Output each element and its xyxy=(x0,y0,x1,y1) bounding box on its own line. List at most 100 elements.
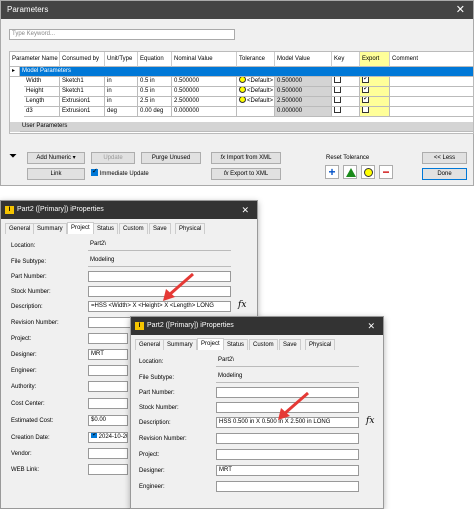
param-unit[interactable]: in xyxy=(105,87,138,97)
immediate-update-toggle[interactable]: Immediate Update xyxy=(91,167,149,177)
less-button[interactable]: << Less xyxy=(422,152,467,164)
param-tolerance[interactable] xyxy=(237,107,275,117)
param-comment[interactable] xyxy=(390,107,473,117)
tab-project[interactable]: Project xyxy=(67,222,94,234)
tab-general[interactable]: General xyxy=(5,223,35,234)
param-equation[interactable]: 2.5 in xyxy=(138,97,172,107)
param-name[interactable]: d3 xyxy=(24,107,60,117)
param-nominal[interactable]: 0.000000 xyxy=(172,107,237,117)
param-comment[interactable] xyxy=(390,87,473,97)
param-nominal[interactable]: 0.500000 xyxy=(172,77,237,87)
designer-field[interactable]: MRT xyxy=(88,349,128,360)
tab-status[interactable]: Status xyxy=(223,339,249,350)
tab-save[interactable]: Save xyxy=(149,223,171,234)
tab-summary[interactable]: Summary xyxy=(33,223,67,234)
table-row[interactable]: Height Sketch1 in 0.5 in 0.500000 <Defau… xyxy=(10,87,473,97)
tab-physical[interactable]: Physical xyxy=(305,339,336,350)
param-name[interactable]: Width xyxy=(24,77,60,87)
group-row-model[interactable]: ▸ Model Parameters xyxy=(10,67,473,77)
cost-center-field[interactable] xyxy=(88,398,128,409)
col-header-equation[interactable]: Equation xyxy=(138,52,172,67)
fx-icon[interactable]: fx xyxy=(238,300,246,310)
tolerance-median-button[interactable] xyxy=(343,165,357,179)
engineer-field[interactable] xyxy=(216,481,359,492)
param-nominal[interactable]: 0.500000 xyxy=(172,87,237,97)
param-unit[interactable]: deg xyxy=(105,107,138,117)
tab-custom[interactable]: Custom xyxy=(249,339,278,350)
tab-summary[interactable]: Summary xyxy=(163,339,197,350)
tab-save[interactable]: Save xyxy=(279,339,301,350)
param-key[interactable] xyxy=(332,77,360,87)
col-header-model[interactable]: Model Value xyxy=(275,52,332,67)
param-tolerance[interactable]: <Default> xyxy=(237,77,275,87)
close-icon[interactable]: ✕ xyxy=(456,3,465,16)
param-name[interactable]: Height xyxy=(24,87,60,97)
weblink-field[interactable] xyxy=(88,464,128,475)
param-export[interactable] xyxy=(360,97,390,107)
key-checkbox[interactable] xyxy=(334,87,341,93)
group-row-user[interactable]: User Parameters xyxy=(10,122,473,132)
param-unit[interactable]: in xyxy=(105,97,138,107)
purge-unused-button[interactable]: Purge Unused xyxy=(141,152,201,164)
table-row[interactable]: d3 Extrusion1 deg 0.00 deg 0.000000 0.00… xyxy=(10,107,473,117)
col-header-name[interactable]: Parameter Name xyxy=(10,52,60,67)
export-checkbox[interactable] xyxy=(362,87,369,93)
add-numeric-button[interactable]: Add Numeric ▾ xyxy=(27,152,85,164)
key-checkbox[interactable] xyxy=(334,107,341,113)
key-checkbox[interactable] xyxy=(334,77,341,83)
param-key[interactable] xyxy=(332,87,360,97)
tolerance-lower-button[interactable]: − xyxy=(379,165,393,179)
col-header-key[interactable]: Key xyxy=(332,52,360,67)
param-comment[interactable] xyxy=(390,77,473,87)
immediate-update-checkbox[interactable] xyxy=(91,167,98,176)
tab-physical[interactable]: Physical xyxy=(175,223,206,234)
part-number-field[interactable] xyxy=(88,271,231,282)
col-header-comment[interactable]: Comment xyxy=(390,52,473,67)
designer-field[interactable]: MRT xyxy=(216,465,359,476)
param-export[interactable] xyxy=(360,107,390,117)
col-header-unit[interactable]: Unit/Type xyxy=(105,52,138,67)
filter-icon[interactable]: ⏷ xyxy=(9,151,17,162)
export-checkbox[interactable] xyxy=(362,97,369,103)
key-checkbox[interactable] xyxy=(334,97,341,103)
stock-number-field[interactable] xyxy=(88,286,231,297)
search-input[interactable]: Type Keyword... xyxy=(9,29,235,40)
param-equation[interactable]: 0.00 deg xyxy=(138,107,172,117)
tolerance-nominal-button[interactable] xyxy=(361,165,375,179)
creation-date-checkbox[interactable] xyxy=(91,433,98,439)
fx-icon[interactable]: fx xyxy=(366,416,374,426)
tab-status[interactable]: Status xyxy=(93,223,119,234)
tab-general[interactable]: General xyxy=(135,339,165,350)
tolerance-upper-button[interactable]: + xyxy=(325,165,339,179)
col-header-consumed[interactable]: Consumed by xyxy=(60,52,105,67)
param-nominal[interactable]: 2.500000 xyxy=(172,97,237,107)
close-icon[interactable]: ✕ xyxy=(367,321,375,332)
link-button[interactable]: Link xyxy=(27,168,85,180)
update-button[interactable]: Update xyxy=(91,152,135,164)
param-export[interactable] xyxy=(360,77,390,87)
col-header-export[interactable]: Export xyxy=(360,52,390,67)
export-xml-button[interactable]: fx Export to XML xyxy=(211,168,281,180)
creation-date-field[interactable]: 2024-10-20 xyxy=(88,432,128,443)
description-field[interactable]: =HSS <Width> X <Height> X <Length> LONG xyxy=(88,301,231,312)
tab-custom[interactable]: Custom xyxy=(119,223,148,234)
param-key[interactable] xyxy=(332,107,360,117)
param-name[interactable]: Length xyxy=(24,97,60,107)
vendor-field[interactable] xyxy=(88,448,128,459)
engineer-field[interactable] xyxy=(88,365,128,376)
col-header-tolerance[interactable]: Tolerance xyxy=(237,52,275,67)
project-field[interactable] xyxy=(216,449,359,460)
authority-field[interactable] xyxy=(88,381,128,392)
param-comment[interactable] xyxy=(390,97,473,107)
revision-number-field[interactable] xyxy=(216,433,359,444)
close-icon[interactable]: ✕ xyxy=(241,205,249,216)
estimated-cost-field[interactable]: $0.00 xyxy=(88,415,128,426)
export-checkbox[interactable] xyxy=(362,107,369,113)
param-equation[interactable]: 0.5 in xyxy=(138,87,172,97)
table-row[interactable]: Width Sketch1 in 0.5 in 0.500000 <Defaul… xyxy=(10,77,473,87)
param-unit[interactable]: in xyxy=(105,77,138,87)
param-equation[interactable]: 0.5 in xyxy=(138,77,172,87)
export-checkbox[interactable] xyxy=(362,77,369,83)
done-button[interactable]: Done xyxy=(422,168,467,180)
project-field[interactable] xyxy=(88,333,128,344)
